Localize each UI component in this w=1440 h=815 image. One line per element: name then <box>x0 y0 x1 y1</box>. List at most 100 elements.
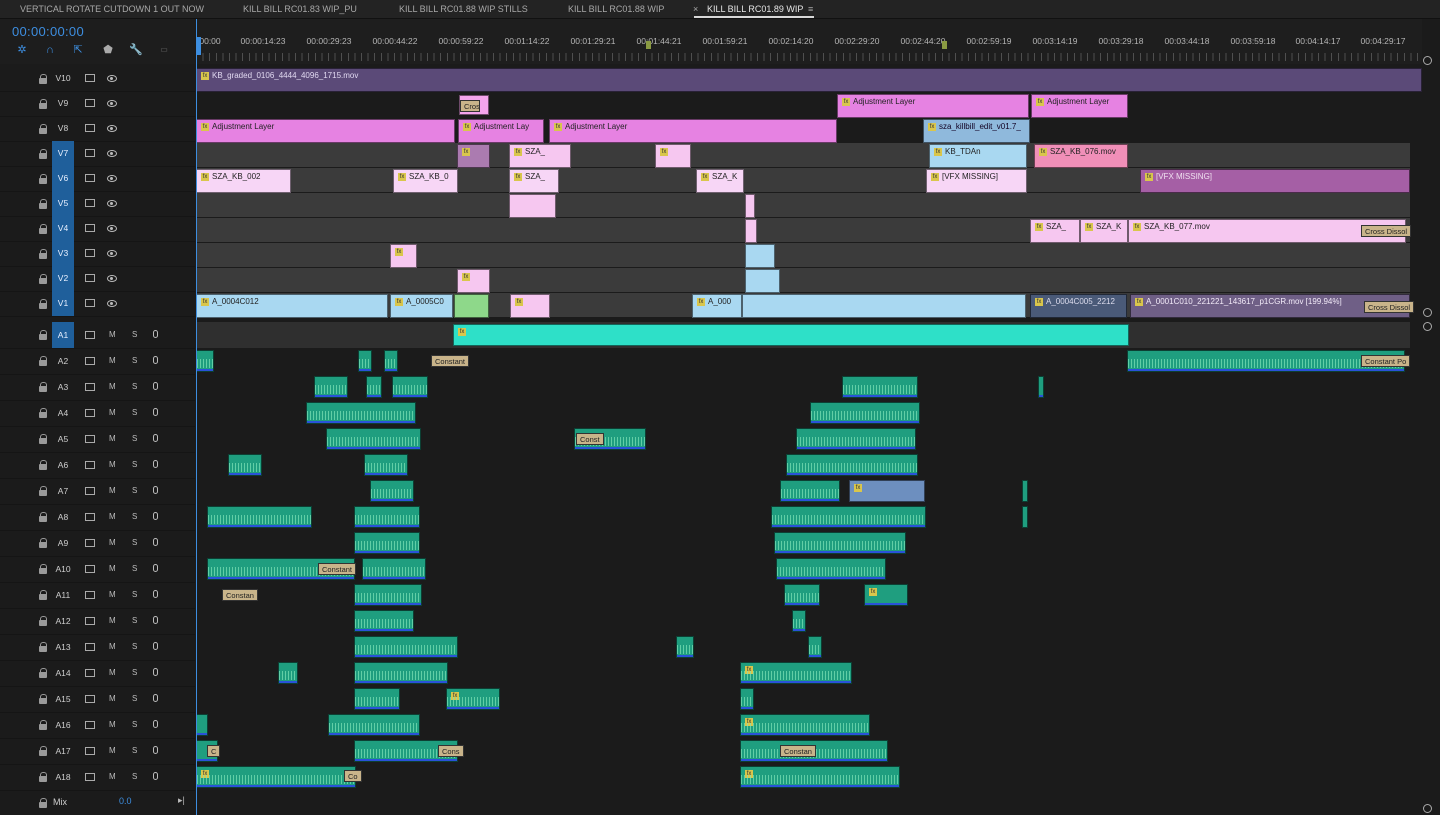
lock-icon[interactable] <box>39 174 47 184</box>
track-label[interactable]: A7 <box>52 478 74 504</box>
clip-audio[interactable] <box>366 376 382 398</box>
clip-kb-tda[interactable]: fx KB_TDAn <box>929 144 1027 168</box>
lock-icon[interactable] <box>39 720 47 730</box>
lock-icon[interactable] <box>39 460 47 470</box>
tab-vertical-rotate[interactable]: VERTICAL ROTATE CUTDOWN 1 OUT NOW <box>20 0 204 18</box>
mic-icon[interactable] <box>153 616 158 624</box>
vertical-scrollbar[interactable] <box>1422 66 1440 815</box>
sync-lock-icon[interactable] <box>85 174 95 182</box>
track-label[interactable]: A18 <box>52 764 74 790</box>
clip-adjustment-layer[interactable]: fx Adjustment Lay <box>458 119 544 143</box>
clip-audio[interactable] <box>808 636 822 658</box>
wrench-settings-icon[interactable]: 🔧 <box>128 43 144 57</box>
lock-icon[interactable] <box>39 199 47 209</box>
clip-v3[interactable] <box>745 244 775 268</box>
clip-audio[interactable]: fx <box>196 766 356 788</box>
clip-audio[interactable] <box>364 454 408 476</box>
sync-lock-icon[interactable] <box>85 565 95 573</box>
clip-sza-002[interactable]: fx SZA_KB_002 <box>196 169 291 193</box>
sync-lock-icon[interactable] <box>85 591 95 599</box>
eye-icon[interactable] <box>107 75 117 82</box>
clip-audio[interactable] <box>362 558 426 580</box>
clip-audio[interactable] <box>1022 506 1028 528</box>
lock-icon[interactable] <box>39 124 47 134</box>
clip-v2[interactable]: fx <box>457 269 490 293</box>
clip-audio[interactable] <box>328 714 420 736</box>
go-to-end-icon[interactable]: ▸| <box>178 795 185 806</box>
clip-v2[interactable] <box>745 269 780 293</box>
mic-icon[interactable] <box>153 642 158 650</box>
track-label[interactable]: V4 <box>52 216 74 241</box>
solo-button[interactable]: S <box>132 408 137 417</box>
solo-button[interactable]: S <box>132 772 137 781</box>
lock-icon[interactable] <box>39 299 47 309</box>
mic-icon[interactable] <box>153 668 158 676</box>
clip-audio[interactable] <box>354 506 420 528</box>
solo-button[interactable]: S <box>132 564 137 573</box>
mix-volume-value[interactable]: 0.0 <box>119 796 132 806</box>
clip-a000[interactable]: fx A_000 <box>692 294 742 318</box>
eye-icon[interactable] <box>107 250 117 257</box>
clip-audio[interactable] <box>228 454 262 476</box>
clip-audio[interactable]: fx <box>446 688 500 710</box>
clip-audio[interactable] <box>354 636 458 658</box>
clip-audio-a1[interactable]: fx <box>453 324 1129 346</box>
mute-button[interactable]: M <box>109 460 116 469</box>
mute-button[interactable]: M <box>109 564 116 573</box>
clip-audio[interactable]: fx <box>864 584 908 606</box>
solo-button[interactable]: S <box>132 356 137 365</box>
solo-button[interactable]: S <box>132 590 137 599</box>
clip-v5[interactable] <box>745 194 755 218</box>
eye-icon[interactable] <box>107 200 117 207</box>
clip-v4[interactable] <box>745 219 757 243</box>
captions-icon[interactable]: ▭ <box>156 43 172 57</box>
lock-icon[interactable] <box>39 538 47 548</box>
clip-audio[interactable]: fx <box>740 662 852 684</box>
mic-icon[interactable] <box>153 720 158 728</box>
clip-audio[interactable] <box>1022 480 1028 502</box>
track-label[interactable]: A12 <box>52 608 74 634</box>
track-label[interactable]: V2 <box>52 266 74 291</box>
clip-audio[interactable]: fx <box>740 766 900 788</box>
mic-icon[interactable] <box>153 408 158 416</box>
clip-audio[interactable] <box>354 610 414 632</box>
clip-sza[interactable]: fx SZA_ <box>509 169 559 193</box>
solo-button[interactable]: S <box>132 668 137 677</box>
eye-icon[interactable] <box>107 150 117 157</box>
clip-audio[interactable] <box>196 350 214 372</box>
solo-button[interactable]: S <box>132 460 137 469</box>
sync-lock-icon[interactable] <box>85 409 95 417</box>
clip-audio[interactable] <box>771 506 926 528</box>
clip-sza-076[interactable]: fx SZA_KB_076.mov <box>1034 144 1128 168</box>
clip-audio[interactable]: fx <box>740 714 870 736</box>
sync-lock-icon[interactable] <box>85 274 95 282</box>
clip-v1-multi[interactable] <box>742 294 1026 318</box>
lock-icon[interactable] <box>39 746 47 756</box>
mute-button[interactable]: M <box>109 434 116 443</box>
sync-lock-icon[interactable] <box>85 383 95 391</box>
track-label[interactable]: A9 <box>52 530 74 556</box>
track-label[interactable]: V10 <box>52 66 74 91</box>
mic-icon[interactable] <box>153 564 158 572</box>
clip-graded-master[interactable]: fx KB_graded_0106_4444_4096_1715.mov <box>196 68 1422 92</box>
transition-constant-power[interactable]: Constant <box>318 563 357 575</box>
sequence-marker[interactable] <box>646 41 651 49</box>
solo-button[interactable]: S <box>132 512 137 521</box>
sync-lock-icon[interactable] <box>85 773 95 781</box>
clip-audio[interactable] <box>392 376 428 398</box>
mic-icon[interactable] <box>153 382 158 390</box>
lock-icon[interactable] <box>39 74 47 84</box>
clip-audio[interactable] <box>354 584 422 606</box>
mic-icon[interactable] <box>153 434 158 442</box>
clip-v1[interactable]: fx <box>510 294 550 318</box>
track-label[interactable]: A13 <box>52 634 74 660</box>
eye-icon[interactable] <box>107 275 117 282</box>
track-label[interactable]: V6 <box>52 166 74 191</box>
clip-audio[interactable] <box>780 480 840 502</box>
solo-button[interactable]: S <box>132 486 137 495</box>
clip-audio[interactable] <box>306 402 416 424</box>
scroll-handle-icon[interactable] <box>1423 56 1432 65</box>
mute-button[interactable]: M <box>109 642 116 651</box>
mute-button[interactable]: M <box>109 408 116 417</box>
lock-icon[interactable] <box>39 274 47 284</box>
